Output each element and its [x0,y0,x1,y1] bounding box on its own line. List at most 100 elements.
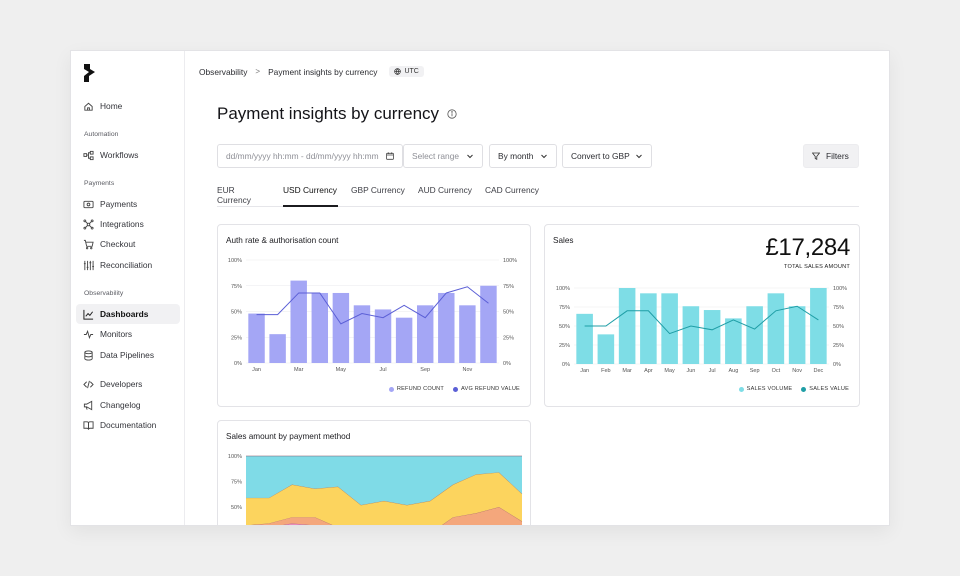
y-tick-label: 100% [556,286,570,292]
sidebar-item-monitors[interactable]: Monitors [76,324,180,344]
convert-select[interactable]: Convert to GBP [562,144,652,168]
sidebar-item-integrations[interactable]: Integrations [76,214,180,234]
sidebar-item-label: Workflows [100,150,139,160]
x-tick-label: Sep [420,367,430,373]
sidebar-item-reconciliation[interactable]: Reconciliation [76,255,180,275]
bar [810,288,827,364]
currency-tabs: EUR Currency USD Currency GBP Currency A… [217,185,859,207]
home-icon [84,102,93,111]
x-tick-label: Dec [813,368,823,374]
sidebar-item-changelog[interactable]: Changelog [76,395,180,415]
filters-button[interactable]: Filters [803,144,859,168]
payment-method-chart: 50% 75% 100% [228,454,523,525]
page-title: Payment insights by currency [217,104,457,124]
x-tick-label: Jul [709,368,716,374]
breadcrumb-parent[interactable]: Observability [199,67,247,77]
y2-tick-label: 0% [833,362,841,368]
bar [395,317,413,363]
calendar-icon [386,152,394,160]
bar [576,313,593,364]
y-tick-label: 0% [562,362,570,368]
bar [269,334,286,363]
group-by-select[interactable]: By month [489,144,557,168]
x-tick-label: Aug [728,368,738,374]
logo-icon[interactable] [83,63,97,83]
chart-legend: REFUND COUNT AVG REFUND VALUE [380,386,520,392]
x-tick-label: Jun [686,368,695,374]
chart-legend: SALES VOLUME SALES VALUE [730,386,849,392]
code-icon [83,380,94,388]
sales-card: Sales £17,284 TOTAL SALES AMOUNT 0% 0% 25%… [544,224,860,407]
auth-rate-card: Auth rate & authorisation count 0% 0% 25% 2… [217,224,531,407]
bar [703,310,721,364]
y2-tick-label: 25% [833,343,844,349]
pulse-icon [83,329,94,339]
sidebar-item-documentation[interactable]: Documentation [76,415,180,435]
bar [788,306,806,364]
tab-eur[interactable]: EUR Currency [217,185,270,207]
sidebar-section-automation: Automation [84,131,119,138]
y2-tick-label: 75% [503,284,514,290]
sidebar-item-label: Checkout [100,239,136,249]
timezone-label: UTC [404,68,419,75]
legend-item: SALES VALUE [801,386,849,392]
sidebar-item-label: Dashboards [100,309,149,319]
sidebar-item-checkout[interactable]: Checkout [76,234,180,254]
sidebar-item-home[interactable]: Home [76,96,180,116]
breadcrumb: Observability > Payment insights by curr… [199,66,424,77]
sidebar-item-dashboards[interactable]: Dashboards [76,304,180,324]
y-tick-label: 25% [231,335,242,341]
sidebar-item-data-pipelines[interactable]: Data Pipelines [76,345,180,365]
legend-swatch [453,386,459,392]
y-tick-label: 25% [559,343,570,349]
y2-tick-label: 0% [503,361,511,367]
tab-usd[interactable]: USD Currency [283,185,338,207]
y-tick-label: 50% [559,324,570,330]
y-tick-label: 50% [231,310,242,316]
bar [618,288,636,364]
range-select[interactable]: Select range [403,144,483,168]
tab-gbp[interactable]: GBP Currency [351,185,405,207]
y-tick-label: 75% [231,284,242,290]
workflow-icon [83,150,94,160]
bar [661,293,678,364]
y-tick-label: 75% [231,480,242,486]
tab-aud[interactable]: AUD Currency [418,185,473,207]
legend-label: SALES VALUE [809,386,849,392]
y2-tick-label: 100% [833,286,847,292]
x-tick-label: Oct [772,368,781,374]
sidebar: Home Automation Workflows Payments Payme… [71,51,185,525]
x-tick-label: Jan [252,367,261,373]
sidebar-item-workflows[interactable]: Workflows [76,145,180,165]
y-tick-label: 75% [559,305,570,311]
payments-icon [83,200,94,208]
timezone-badge[interactable]: UTC [389,66,424,77]
bar [248,313,265,363]
x-tick-label: May [664,368,675,374]
x-tick-label: Sep [750,368,760,374]
y2-tick-label: 50% [833,324,844,330]
sidebar-item-payments[interactable]: Payments [76,194,180,214]
info-icon[interactable] [447,109,457,119]
date-range-input[interactable]: dd/mm/yyyy hh:mm - dd/mm/yyyy hh:mm [217,144,403,168]
sidebar-item-label: Payments [100,199,138,209]
megaphone-icon [83,400,93,410]
y-tick-label: 50% [231,505,242,511]
page-title-text: Payment insights by currency [217,104,440,123]
sidebar-section-payments: Payments [84,180,115,187]
y2-tick-label: 25% [503,335,514,341]
sidebar-item-label: Home [100,101,123,111]
sidebar-item-label: Changelog [100,400,141,410]
bar [682,306,700,364]
book-icon [83,420,94,430]
breadcrumb-current: Payment insights by currency [268,66,378,77]
sidebar-item-label: Monitors [100,329,133,339]
date-range-placeholder: dd/mm/yyyy hh:mm - dd/mm/yyyy hh:mm [226,151,379,161]
sidebar-item-label: Data Pipelines [100,350,155,360]
legend-label: SALES VOLUME [746,386,793,392]
sidebar-item-developers[interactable]: Developers [76,374,180,394]
tab-cad[interactable]: CAD Currency [485,185,540,207]
bar [597,334,615,364]
sidebar-item-label: Reconciliation [100,260,153,270]
sidebar-item-label: Integrations [100,219,144,229]
